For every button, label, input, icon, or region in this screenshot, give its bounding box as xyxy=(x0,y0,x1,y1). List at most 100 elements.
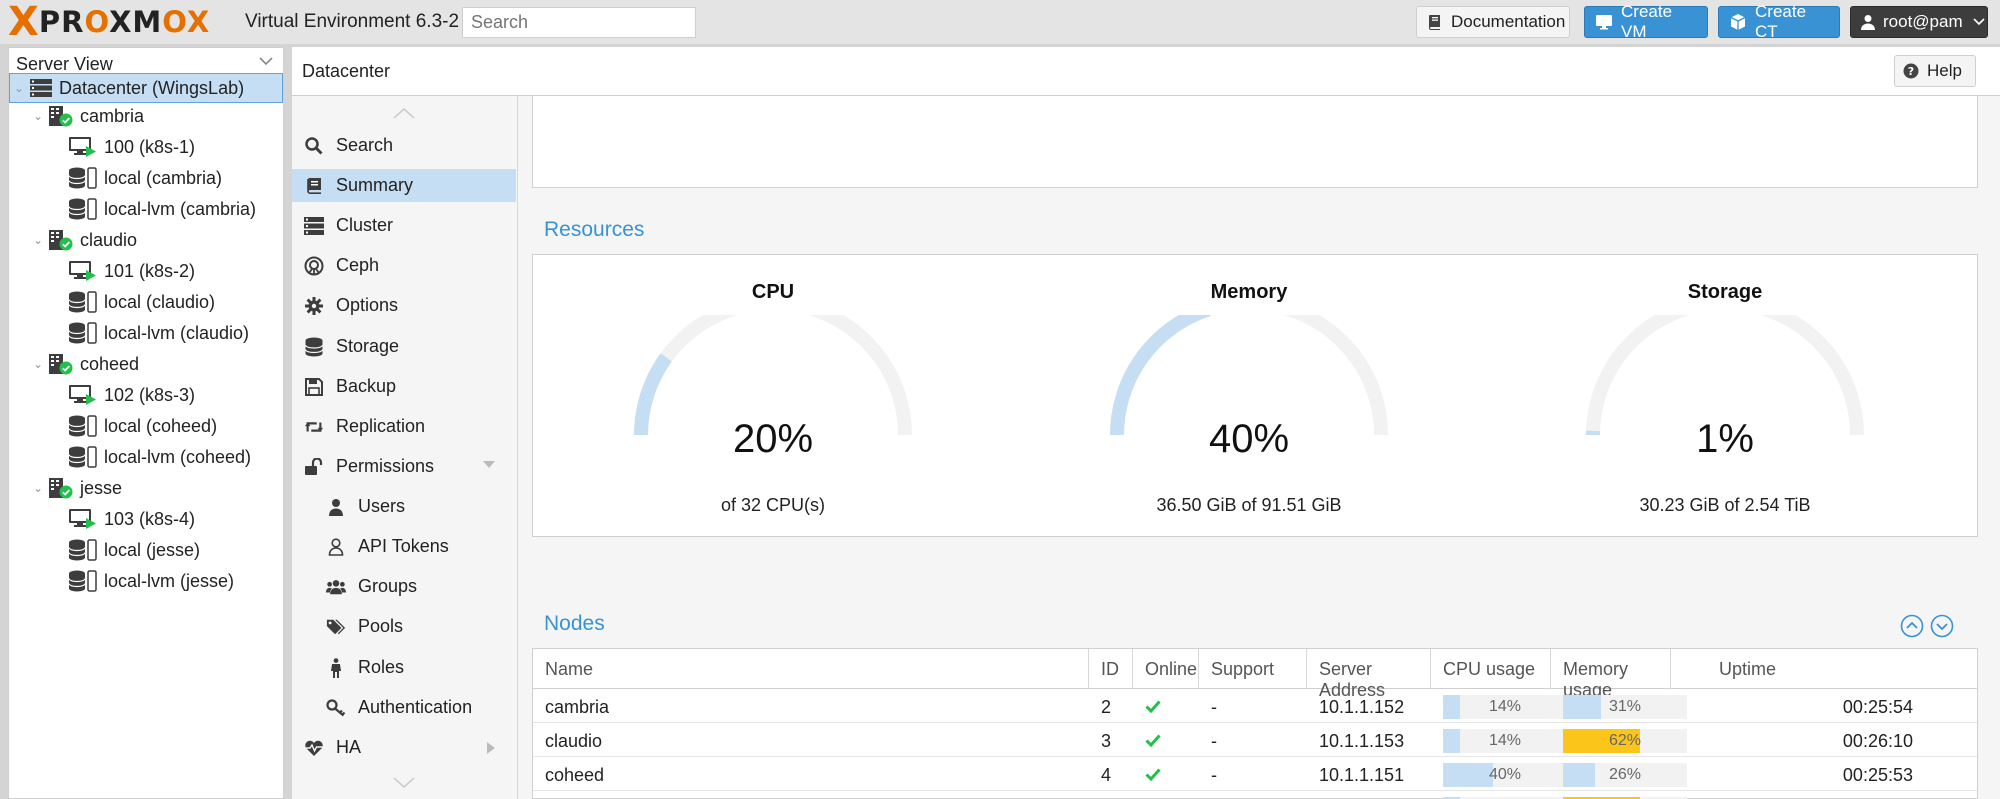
cell-uptime: 00:25:53 xyxy=(1842,765,1913,785)
create-vm-button[interactable]: Create VM xyxy=(1584,2,1708,41)
menu-item-ceph[interactable]: Ceph xyxy=(292,249,516,282)
menu-item-ha[interactable]: HA xyxy=(292,731,516,764)
caret-right-icon xyxy=(487,742,495,754)
tree-item[interactable]: local (coheed) xyxy=(69,411,217,441)
column-header-support[interactable]: Support xyxy=(1199,649,1307,689)
resources-title: Resources xyxy=(532,206,1978,254)
menu-item-authentication[interactable]: Authentication xyxy=(292,691,516,724)
floppy-icon xyxy=(304,377,324,397)
cell-id: 1 xyxy=(1089,791,1133,799)
memory-gauge-subtext: 36.50 GiB of 91.51 GiB xyxy=(1156,495,1342,515)
documentation-label: Documentation xyxy=(1451,12,1566,31)
menu-item-users[interactable]: Users xyxy=(292,490,516,523)
expander-icon[interactable]: ⌄ xyxy=(33,233,47,247)
menu-item-label: Roles xyxy=(358,657,405,677)
collapse-up-icon[interactable] xyxy=(1900,614,1924,638)
expander-icon[interactable]: ⌄ xyxy=(14,81,28,95)
menu-item-summary[interactable]: Summary xyxy=(292,169,516,202)
tree-item-datacenter[interactable]: ⌄ Datacenter (WingsLab) xyxy=(9,73,283,103)
tree-item[interactable]: ⌄ coheed xyxy=(33,349,139,379)
tree-item[interactable]: local-lvm (coheed) xyxy=(69,442,251,472)
menu-scroll-up[interactable] xyxy=(392,106,416,120)
tree-item[interactable]: 102 (k8s-3) xyxy=(69,380,195,410)
breadcrumb-bar: Datacenter ? Help xyxy=(292,47,2000,96)
menu-item-label: Summary xyxy=(336,175,414,195)
search-input[interactable] xyxy=(462,7,696,38)
menu-item-permissions[interactable]: Permissions xyxy=(292,450,516,483)
menu-scroll-down[interactable] xyxy=(392,776,416,790)
collapse-down-icon[interactable] xyxy=(1930,614,1954,638)
tree-item[interactable]: local (jesse) xyxy=(69,535,200,565)
storage-icon xyxy=(69,291,97,313)
tree-item[interactable]: local-lvm (claudio) xyxy=(69,318,249,348)
column-header-online[interactable]: Online xyxy=(1133,649,1199,689)
memory-usage-text: 62% xyxy=(1608,732,1642,749)
tree-item-label: local-lvm (claudio) xyxy=(104,322,250,343)
cell-support: - xyxy=(1211,765,1217,785)
menu-item-label: Search xyxy=(336,135,394,155)
menu-item-cluster[interactable]: Cluster xyxy=(292,209,516,242)
table-row[interactable]: cambria 2 - 10.1.1.152 14% 31% 00:25:54 xyxy=(533,689,1977,723)
proxmox-logo[interactable]: X PROXMOX xyxy=(8,2,211,42)
tree-item[interactable]: ⌄ claudio xyxy=(33,225,137,255)
check-icon xyxy=(1145,768,1161,782)
column-header-uptime[interactable]: Uptime xyxy=(1671,649,1977,689)
menu-item-backup[interactable]: Backup xyxy=(292,370,516,403)
column-header-id[interactable]: ID xyxy=(1089,649,1133,689)
user-label: root@pam xyxy=(1883,12,1963,31)
cpu-usage-text: 14% xyxy=(1488,698,1522,715)
search-icon xyxy=(304,136,324,156)
expander-icon[interactable]: ⌄ xyxy=(33,481,47,495)
menu-item-roles[interactable]: Roles xyxy=(292,651,516,684)
tree-item[interactable]: local (cambria) xyxy=(69,163,222,193)
table-row[interactable]: coheed 4 - 10.1.1.151 40% 26% 00:25:53 xyxy=(533,757,1977,791)
cell-support: - xyxy=(1211,731,1217,751)
tree-item-label: local-lvm (jesse) xyxy=(104,570,235,591)
memory-usage-bar: 62% xyxy=(1563,729,1687,753)
resources-card: CPU 20% of 32 CPU(s) Memory 40% 36.50 Gi… xyxy=(532,254,1978,537)
menu-item-search[interactable]: Search xyxy=(292,129,516,162)
menu-item-groups[interactable]: Groups xyxy=(292,570,516,603)
cpu-gauge-title: CPU xyxy=(751,281,795,303)
menu-item-storage[interactable]: Storage xyxy=(292,330,516,363)
chevron-up-icon xyxy=(393,107,415,119)
menu-item-replication[interactable]: Replication xyxy=(292,410,516,443)
column-header-name[interactable]: Name xyxy=(533,649,1089,689)
tree-item[interactable]: 103 (k8s-4) xyxy=(69,504,195,534)
logo-wordmark: PROXMOX xyxy=(38,5,211,39)
user-menu-button[interactable]: root@pam xyxy=(1850,6,1988,38)
cpu-usage-bar: 40% xyxy=(1443,763,1567,787)
menu-item-label: Storage xyxy=(336,336,400,356)
help-button[interactable]: ? Help xyxy=(1894,55,1976,87)
tree-item[interactable]: ⌄ cambria xyxy=(33,101,144,131)
table-row[interactable]: jesse1-10.1.1.154 14% 62% 00:26:11 xyxy=(533,791,1977,799)
menu-item-options[interactable]: Options xyxy=(292,289,516,322)
table-row[interactable]: claudio 3 - 10.1.1.153 14% 62% 00:26:10 xyxy=(533,723,1977,757)
database-icon xyxy=(304,337,324,357)
column-header-server-address[interactable]: Server Address xyxy=(1307,649,1431,700)
cpu-usage-text: 14% xyxy=(1488,732,1522,749)
column-header-memory-usage[interactable]: Memory usage xyxy=(1551,649,1671,700)
menu-item-label: Permissions xyxy=(336,456,435,476)
main-panel: Datacenter ? Help Search Summary Cluster Ce… xyxy=(292,47,2000,799)
tree-item[interactable]: local-lvm (jesse) xyxy=(69,566,234,596)
tree-item[interactable]: 100 (k8s-1) xyxy=(69,132,195,162)
expander-icon[interactable]: ⌄ xyxy=(33,109,47,123)
expander-icon[interactable]: ⌄ xyxy=(33,357,47,371)
tree-item[interactable]: local (claudio) xyxy=(69,287,215,317)
chevron-down-icon xyxy=(393,777,415,789)
menu-item-pools[interactable]: Pools xyxy=(292,610,516,643)
tree-item[interactable]: ⌄ jesse xyxy=(33,473,122,503)
user-outline-icon xyxy=(326,537,346,557)
tree-item[interactable]: 101 (k8s-2) xyxy=(69,256,195,286)
tree-item[interactable]: local-lvm (cambria) xyxy=(69,194,256,224)
create-ct-button[interactable]: Create CT xyxy=(1718,2,1840,41)
memory-gauge-value: 40% xyxy=(1208,417,1290,461)
tree-item-label: 100 (k8s-1) xyxy=(104,136,196,157)
cell-support: - xyxy=(1211,697,1217,717)
documentation-button[interactable]: Documentation xyxy=(1416,6,1570,38)
menu-item-label: Cluster xyxy=(336,215,394,235)
column-header-cpu-usage[interactable]: CPU usage xyxy=(1431,649,1551,689)
create-ct-label: Create CT xyxy=(1755,2,1807,41)
menu-item-api-tokens[interactable]: API Tokens xyxy=(292,530,516,563)
